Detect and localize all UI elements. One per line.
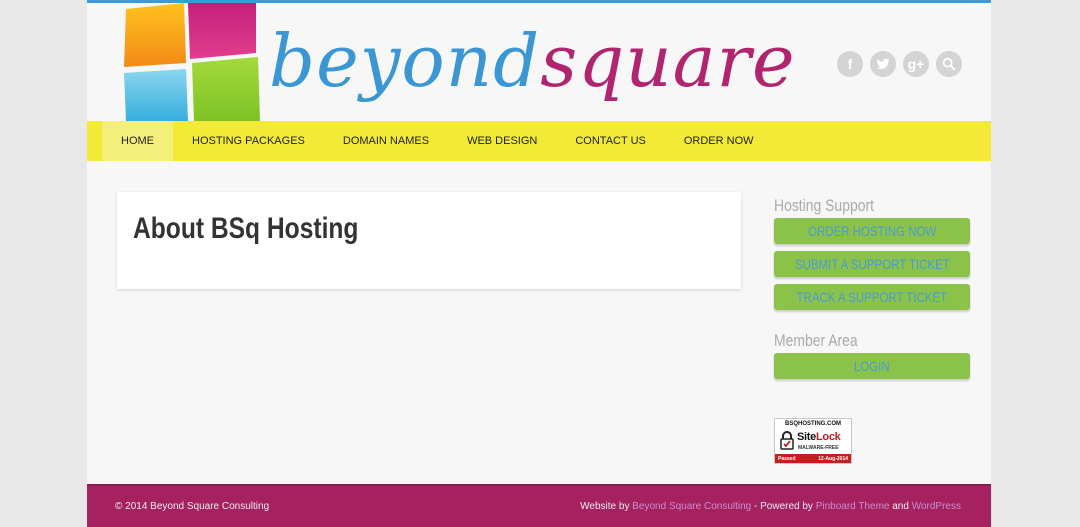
nav-item-hosting-packages[interactable]: HOSTING PACKAGES xyxy=(173,121,324,161)
content-card: About BSq Hosting xyxy=(117,192,741,289)
credit-theme-link[interactable]: Pinboard Theme xyxy=(816,501,890,512)
credit-prefix: Website by xyxy=(580,501,630,512)
footer-credits: Website by Beyond Square Consulting - Po… xyxy=(580,501,961,512)
sitelock-status: MALWARE-FREE xyxy=(798,445,839,451)
sitelock-date: 12-Aug-2014 xyxy=(818,455,848,462)
google-plus-icon[interactable]: g+ xyxy=(903,51,929,77)
credit-and: and xyxy=(892,501,909,512)
main-nav: HOME HOSTING PACKAGES DOMAIN NAMES WEB D… xyxy=(87,121,991,161)
nav-item-home[interactable]: HOME xyxy=(102,121,173,161)
login-label: LOGIN xyxy=(854,358,890,374)
sitelock-passed-bar: Passed 12-Aug-2014 xyxy=(775,454,851,463)
social-links: f g+ xyxy=(837,51,962,77)
submit-support-ticket-button[interactable]: SUBMIT A SUPPORT TICKET xyxy=(774,251,970,277)
credit-author-link[interactable]: Beyond Square Consulting xyxy=(632,501,751,512)
submit-support-ticket-label: SUBMIT A SUPPORT TICKET xyxy=(794,256,950,272)
search-icon[interactable] xyxy=(936,51,962,77)
logo-wordmark[interactable]: beyondsquare xyxy=(269,11,796,111)
nav-item-order-now[interactable]: ORDER NOW xyxy=(665,121,773,161)
login-button[interactable]: LOGIN xyxy=(774,353,970,379)
sitelock-name-site: Site xyxy=(797,431,816,443)
padlock-icon xyxy=(780,431,794,450)
google-plus-glyph: g+ xyxy=(907,56,925,72)
nav-item-domain-names[interactable]: DOMAIN NAMES xyxy=(324,121,448,161)
sitelock-name: SiteLock xyxy=(797,431,841,443)
order-hosting-now-button[interactable]: ORDER HOSTING NOW xyxy=(774,218,970,244)
page-title: About BSq Hosting xyxy=(133,212,359,245)
track-support-ticket-button[interactable]: TRACK A SUPPORT TICKET xyxy=(774,284,970,310)
sitelock-domain: BSQHOSTING.COM xyxy=(784,421,841,427)
sitelock-name-lock: Lock xyxy=(815,431,841,443)
facebook-icon[interactable]: f xyxy=(837,51,863,77)
copyright-text: © 2014 Beyond Square Consulting xyxy=(115,501,270,512)
logo-squares-icon[interactable] xyxy=(124,3,260,121)
twitter-bird-glyph xyxy=(876,58,890,70)
page-wrapper: beyondsquare f g+ HOME HOSTING PACKAGES … xyxy=(87,0,991,527)
credit-mid: - Powered by xyxy=(754,501,813,512)
nav-item-web-design[interactable]: WEB DESIGN xyxy=(448,121,556,161)
sitelock-badge[interactable]: BSQHOSTING.COM SiteLock MALWARE-FREE Pas… xyxy=(774,418,852,464)
nav-item-contact-us[interactable]: CONTACT US xyxy=(556,121,665,161)
site-header: beyondsquare f g+ xyxy=(87,3,991,121)
logo-word-square: square xyxy=(540,19,796,103)
hosting-support-heading: Hosting Support xyxy=(774,196,874,215)
member-area-heading: Member Area xyxy=(774,331,858,350)
logo-word-beyond: beyond xyxy=(269,19,541,103)
credit-platform-link[interactable]: WordPress xyxy=(912,501,961,512)
sitelock-passed: Passed xyxy=(778,455,796,462)
site-footer: © 2014 Beyond Square Consulting Website … xyxy=(87,484,991,527)
twitter-icon[interactable] xyxy=(870,51,896,77)
magnifier-glyph xyxy=(942,57,956,71)
facebook-glyph: f xyxy=(847,56,853,72)
order-hosting-now-label: ORDER HOSTING NOW xyxy=(807,223,937,239)
track-support-ticket-label: TRACK A SUPPORT TICKET xyxy=(796,289,948,305)
